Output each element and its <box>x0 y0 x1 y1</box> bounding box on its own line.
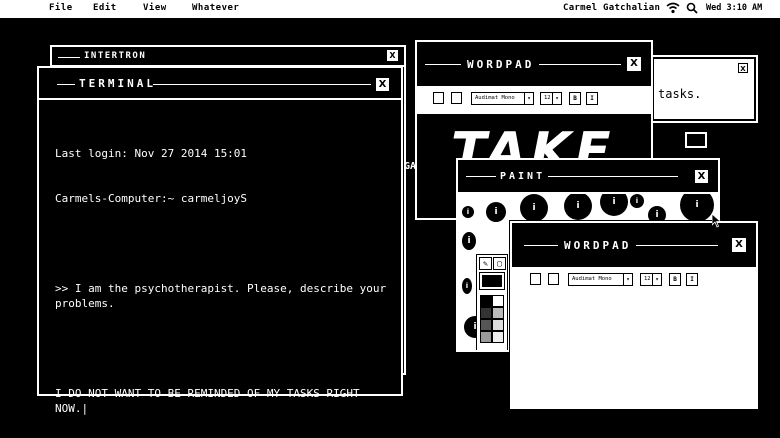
tasks-close-button[interactable]: X <box>738 63 748 73</box>
eraser-icon[interactable]: ▢ <box>493 257 506 270</box>
menu-whatever[interactable]: Whatever <box>192 3 239 13</box>
terminal-input-line[interactable]: I DO NOT WANT TO BE REMINDED OF MY TASKS… <box>55 386 389 416</box>
chevron-down-icon: ▾ <box>552 93 561 104</box>
title-rule <box>425 64 461 65</box>
current-color-swatch[interactable] <box>479 272 505 290</box>
wordpad-titlebar[interactable]: WORDPAD X <box>417 42 651 86</box>
palette-color[interactable] <box>492 307 504 319</box>
wordpad-toolbar: Audimat Mono ▾ 12 ▾ B I <box>417 86 651 112</box>
size-select-value: 12 <box>544 95 551 101</box>
new-document-icon[interactable] <box>433 92 444 104</box>
palette-color[interactable] <box>480 319 492 331</box>
clock: Wed 3:10 AM <box>706 3 763 13</box>
pattern-dot: i <box>486 202 506 222</box>
wordpad-close-button[interactable]: X <box>732 238 746 252</box>
intertron-title: INTERTRON <box>84 51 147 61</box>
mouse-cursor-icon <box>712 214 721 228</box>
italic-button[interactable]: I <box>586 92 598 105</box>
chevron-down-icon: ▾ <box>623 274 632 285</box>
search-icon[interactable] <box>686 2 698 14</box>
save-icon[interactable] <box>548 273 559 285</box>
terminal-title: TERMINAL <box>79 76 156 90</box>
title-rule <box>466 176 496 177</box>
terminal-close-button[interactable]: X <box>376 78 389 91</box>
palette-color[interactable] <box>480 307 492 319</box>
terminal-line: >> I am the psychotherapist. Please, des… <box>55 282 393 310</box>
paint-title: PAINT <box>500 170 546 182</box>
pattern-dot: i <box>630 194 644 208</box>
wordpad-close-button[interactable]: X <box>627 57 641 71</box>
chevron-down-icon: ▾ <box>524 93 533 104</box>
chevron-down-icon: ▾ <box>652 274 661 285</box>
italic-button[interactable]: I <box>686 273 698 286</box>
title-rule <box>58 57 80 58</box>
title-rule <box>57 84 75 85</box>
new-document-icon[interactable] <box>530 273 541 285</box>
title-rule <box>539 64 621 65</box>
terminal-output[interactable]: Last login: Nov 27 2014 15:01 Carmels-Co… <box>55 116 389 438</box>
size-select-value: 12 <box>644 276 651 282</box>
paint-close-button[interactable]: X <box>695 170 708 183</box>
font-select-value: Audimat Mono <box>475 95 515 101</box>
menu-edit[interactable]: Edit <box>93 3 117 13</box>
title-rule <box>524 245 558 246</box>
menu-view[interactable]: View <box>143 3 167 13</box>
size-select[interactable]: 12 ▾ <box>540 92 562 105</box>
font-select-value: Audimat Mono <box>572 276 612 282</box>
pattern-dot: i <box>564 194 592 220</box>
palette-color[interactable] <box>492 319 504 331</box>
terminal-titlebar[interactable]: TERMINAL X <box>39 68 401 100</box>
intertron-titlebar[interactable]: INTERTRON X <box>52 47 404 67</box>
terminal-window[interactable]: TERMINAL X Last login: Nov 27 2014 15:01… <box>37 66 403 415</box>
tasks-window[interactable]: X tasks. <box>652 57 756 121</box>
palette-color[interactable] <box>492 295 504 307</box>
tasks-text: tasks. <box>658 87 702 101</box>
wordpad-title: WORDPAD <box>467 57 535 71</box>
bold-button[interactable]: B <box>569 92 581 105</box>
palette-color[interactable] <box>480 295 492 307</box>
pattern-dot: i <box>462 278 472 294</box>
save-icon[interactable] <box>451 92 462 104</box>
intertron-close-button[interactable]: X <box>387 50 398 61</box>
paint-toolbox: ✎ ▢ <box>476 254 508 350</box>
pattern-dot: i <box>680 194 714 222</box>
palette-color[interactable] <box>492 331 504 343</box>
pencil-icon[interactable]: ✎ <box>479 257 492 270</box>
terminal-line: Carmels-Computer:~ carmeljoyS <box>55 192 248 205</box>
bold-button[interactable]: B <box>669 273 681 286</box>
wordpad-document[interactable] <box>512 295 756 407</box>
paint-titlebar[interactable]: PAINT X <box>458 160 718 192</box>
wordpad-toolbar: Audimat Mono ▾ 12 ▾ B I <box>512 267 756 293</box>
title-rule <box>153 84 371 85</box>
terminal-line: Last login: Nov 27 2014 15:01 <box>55 147 248 160</box>
pattern-dot: i <box>520 194 548 222</box>
size-select[interactable]: 12 ▾ <box>640 273 662 286</box>
pattern-dot: i <box>462 206 474 218</box>
pattern-dot: i <box>462 232 476 250</box>
wordpad-title: WORDPAD <box>564 238 632 252</box>
title-rule <box>548 176 678 177</box>
wordpad-window-2[interactable]: WORDPAD X Audimat Mono ▾ 12 ▾ B I <box>509 220 759 410</box>
user-name[interactable]: Carmel Gatchalian <box>563 3 660 13</box>
font-select[interactable]: Audimat Mono ▾ <box>568 273 633 286</box>
wifi-icon[interactable] <box>666 2 680 14</box>
wordpad-titlebar[interactable]: WORDPAD X <box>512 223 756 267</box>
pattern-dot: i <box>600 194 628 216</box>
palette-color[interactable] <box>480 331 492 343</box>
folder-icon[interactable] <box>685 132 707 148</box>
title-rule <box>636 245 718 246</box>
menu-bar: File Edit View Whatever Carmel Gatchalia… <box>0 0 780 18</box>
font-select[interactable]: Audimat Mono ▾ <box>471 92 534 105</box>
menu-file[interactable]: File <box>49 3 73 13</box>
